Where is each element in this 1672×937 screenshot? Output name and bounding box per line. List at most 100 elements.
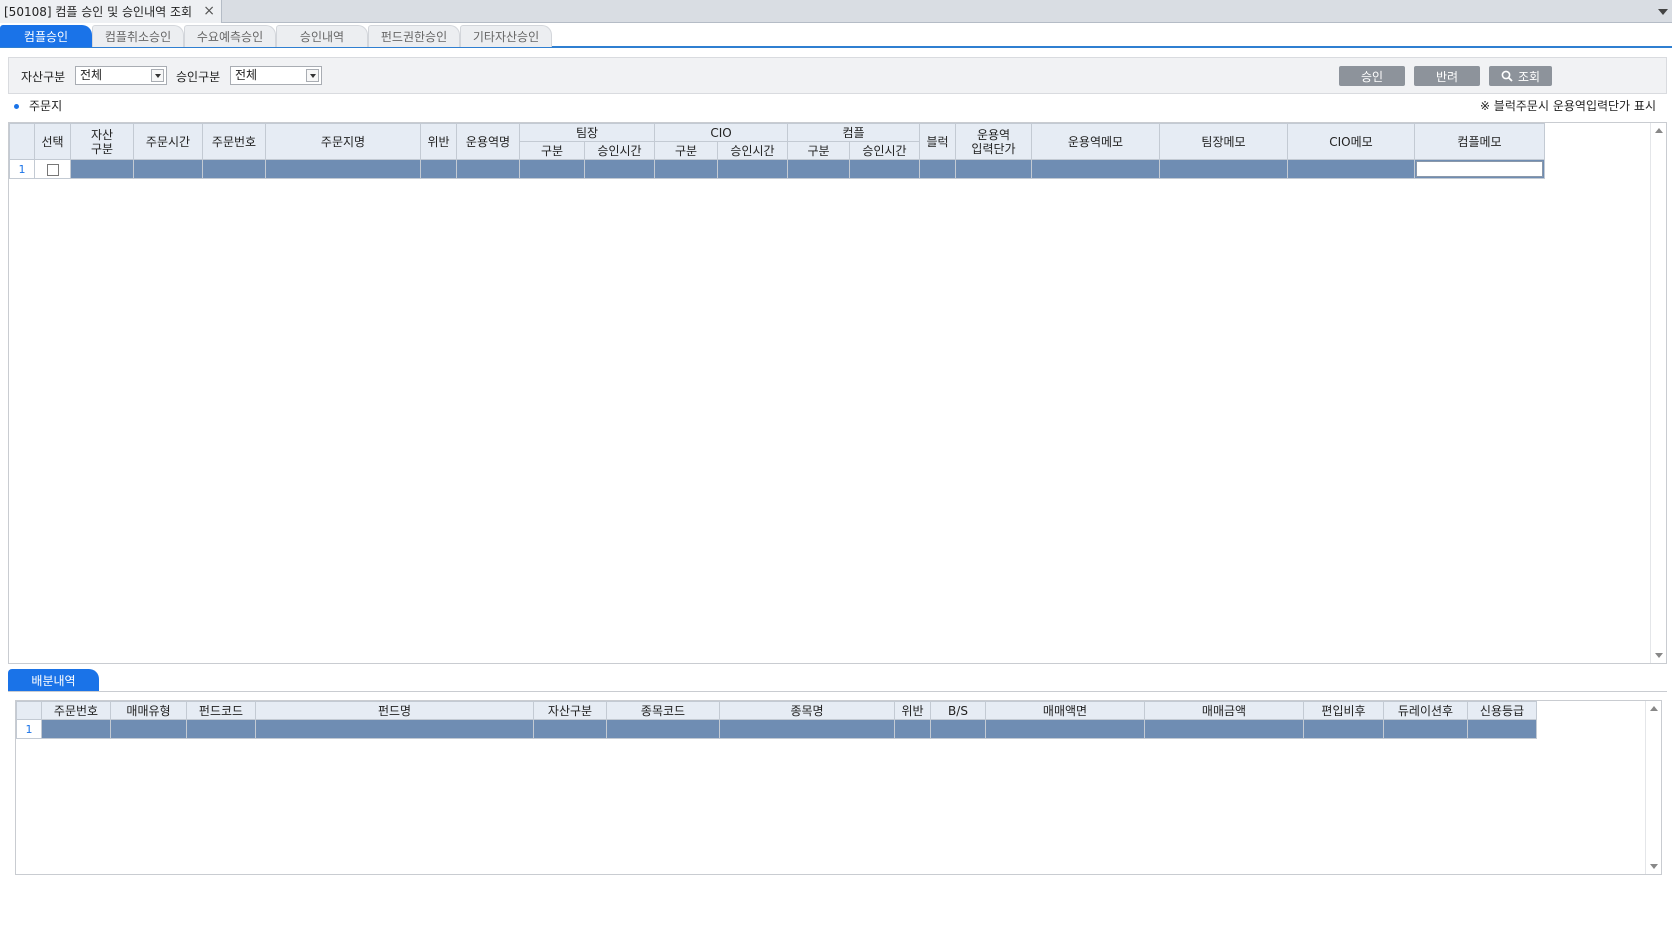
window-tab[interactable]: [50108] 컴플 승인 및 승인내역 조회 ×: [0, 0, 222, 23]
table-row[interactable]: 1: [9, 159, 1545, 179]
header-block: 블럭: [919, 123, 956, 160]
cell[interactable]: [41, 719, 111, 739]
cell[interactable]: [519, 159, 585, 179]
header-manager-input-price: 운용역 입력단가: [955, 123, 1032, 160]
reject-button[interactable]: 반려: [1414, 66, 1480, 86]
cell[interactable]: [70, 159, 134, 179]
search-button[interactable]: 조회: [1489, 66, 1552, 86]
cell[interactable]: [930, 719, 986, 739]
cell[interactable]: [186, 719, 256, 739]
header-order-name: 주문지명: [265, 123, 421, 160]
tab-approval-history[interactable]: 승인내역: [276, 25, 368, 47]
search-button-label: 조회: [1517, 69, 1541, 84]
cell[interactable]: [1031, 159, 1160, 179]
allocation-grid-scrollbar[interactable]: [1645, 701, 1661, 874]
row-number-header: [9, 123, 35, 160]
cell[interactable]: [265, 159, 421, 179]
header-order-time: 주문시간: [133, 123, 203, 160]
header-cio-approval-time: 승인시간: [717, 141, 788, 160]
scroll-down-icon[interactable]: [1655, 653, 1663, 658]
compliance-memo-input[interactable]: [1416, 161, 1543, 177]
header-fund-name: 펀드명: [255, 701, 534, 720]
header-cio: CIO: [654, 123, 788, 142]
cell[interactable]: [955, 159, 1032, 179]
cell[interactable]: [255, 719, 534, 739]
header-trade-type: 매매유형: [110, 701, 187, 720]
row-number: 1: [9, 159, 35, 179]
header-team-lead: 팀장: [519, 123, 655, 142]
cell[interactable]: [1144, 719, 1304, 739]
scroll-up-icon[interactable]: [1655, 128, 1663, 133]
header-manager-memo: 운용역메모: [1031, 123, 1160, 160]
allocation-table: 주문번호 매매유형 펀드코드 펀드명 자산구분 종목코드 종목명 위반 B/S …: [16, 701, 1537, 739]
cell[interactable]: [717, 159, 788, 179]
cell[interactable]: [533, 719, 607, 739]
scroll-up-icon[interactable]: [1650, 706, 1658, 711]
cell[interactable]: [584, 159, 655, 179]
allocation-grid[interactable]: 주문번호 매매유형 펀드코드 펀드명 자산구분 종목코드 종목명 위반 B/S …: [15, 700, 1662, 875]
row-checkbox[interactable]: [46, 163, 59, 176]
cell[interactable]: [1159, 159, 1288, 179]
cell[interactable]: [894, 719, 931, 739]
cell[interactable]: [1383, 719, 1468, 739]
tab-compliance-approval[interactable]: 컴플승인: [0, 25, 92, 47]
tab-demand-forecast-approval[interactable]: 수요예측승인: [184, 25, 276, 47]
header-team-lead-memo: 팀장메모: [1159, 123, 1288, 160]
approve-button[interactable]: 승인: [1339, 66, 1405, 86]
approval-type-select[interactable]: 전체: [230, 66, 322, 85]
cell[interactable]: [849, 159, 920, 179]
cell[interactable]: [1287, 159, 1415, 179]
cell[interactable]: [654, 159, 718, 179]
order-grid-scrollbar[interactable]: [1650, 123, 1666, 663]
cell[interactable]: [787, 159, 850, 179]
header-compliance: 컴플: [787, 123, 920, 142]
cell[interactable]: [606, 719, 720, 739]
tab-allocation[interactable]: 배분내역: [8, 669, 99, 691]
cell[interactable]: [110, 719, 187, 739]
cell[interactable]: [1303, 719, 1384, 739]
cell[interactable]: [719, 719, 895, 739]
cell[interactable]: [420, 159, 457, 179]
header-weight-after: 편입비후: [1303, 701, 1384, 720]
header-cio-memo: CIO메모: [1287, 123, 1415, 160]
row-checkbox-cell[interactable]: [34, 159, 71, 179]
compliance-memo-cell[interactable]: [1414, 159, 1545, 179]
close-icon[interactable]: ×: [203, 3, 215, 19]
header-order-no: 주문번호: [41, 701, 111, 720]
chevron-down-icon[interactable]: [306, 69, 319, 82]
cell[interactable]: [1467, 719, 1537, 739]
window-title: [50108] 컴플 승인 및 승인내역 조회: [4, 5, 193, 19]
chevron-down-icon[interactable]: [151, 69, 164, 82]
row-number-header: [16, 701, 42, 720]
scroll-down-icon[interactable]: [1650, 864, 1658, 869]
filter-bar: 자산구분 전체 승인구분 전체 승인 반려 조회: [8, 57, 1667, 94]
window-title-bar: [50108] 컴플 승인 및 승인내역 조회 ×: [0, 0, 1672, 23]
order-table: 선택 자산 구분 주문시간 주문번호 주문지명 위반 운용역명 팀장 CIO 컴…: [9, 123, 1545, 179]
header-asset-type: 자산구분: [533, 701, 607, 720]
header-team-lead-type: 구분: [519, 141, 585, 160]
asset-type-select[interactable]: 전체: [75, 66, 167, 85]
cell[interactable]: [919, 159, 956, 179]
header-credit-rating: 신용등급: [1467, 701, 1537, 720]
table-row[interactable]: 1: [16, 719, 1537, 739]
approval-type-value: 전체: [235, 68, 258, 82]
header-security-name: 종목명: [719, 701, 895, 720]
header-team-lead-approval-time: 승인시간: [584, 141, 655, 160]
approval-type-label: 승인구분: [176, 70, 221, 84]
header-face-amount: 매매액면: [985, 701, 1145, 720]
cell[interactable]: [985, 719, 1145, 739]
tab-bar: 컴플승인 컴플취소승인 수요예측승인 승인내역 펀드권한승인 기타자산승인: [0, 23, 1672, 48]
allocation-tab-divider: [8, 691, 1667, 692]
cell[interactable]: [133, 159, 203, 179]
cell[interactable]: [456, 159, 520, 179]
order-grid[interactable]: 선택 자산 구분 주문시간 주문번호 주문지명 위반 운용역명 팀장 CIO 컴…: [8, 122, 1667, 664]
tab-compliance-cancel-approval[interactable]: 컴플취소승인: [92, 25, 184, 47]
header-asset-type: 자산 구분: [70, 123, 134, 160]
chevron-down-icon[interactable]: [1658, 9, 1668, 15]
tab-fund-permission-approval[interactable]: 펀드권한승인: [368, 25, 460, 47]
header-violation: 위반: [420, 123, 457, 160]
tab-other-asset-approval[interactable]: 기타자산승인: [460, 25, 552, 47]
asset-type-label: 자산구분: [21, 70, 66, 84]
cell[interactable]: [202, 159, 266, 179]
header-select: 선택: [34, 123, 71, 160]
